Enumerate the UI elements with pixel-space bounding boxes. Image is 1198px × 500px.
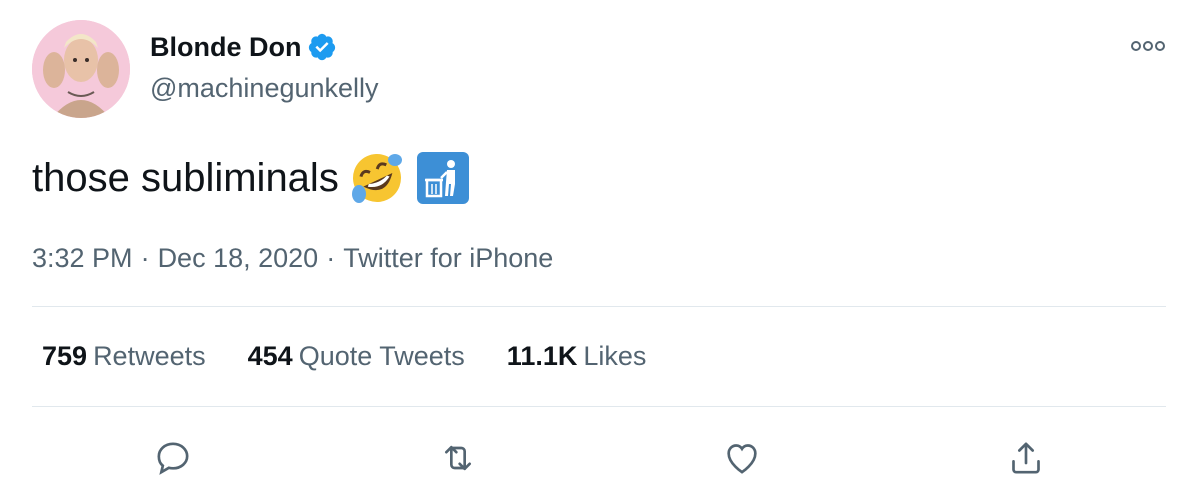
tweet-actions: [0, 430, 1198, 486]
retweet-button[interactable]: [430, 430, 486, 486]
meta-separator: ·: [326, 243, 336, 273]
divider: [32, 406, 1166, 407]
tweet-meta: 3:32 PM · Dec 18, 2020 · Twitter for iPh…: [32, 240, 553, 276]
avatar[interactable]: [32, 20, 130, 118]
avatar-image: [32, 20, 130, 118]
likes-stat[interactable]: 11.1K Likes: [507, 336, 647, 376]
verified-badge-icon: [307, 32, 337, 62]
display-name[interactable]: Blonde Don: [150, 31, 301, 63]
retweets-stat[interactable]: 759 Retweets: [42, 336, 206, 376]
tweet-source[interactable]: Twitter for iPhone: [343, 240, 553, 276]
likes-label: Likes: [583, 341, 647, 371]
tweet-time[interactable]: 3:32 PM: [32, 240, 133, 276]
like-button[interactable]: [714, 430, 770, 486]
retweet-icon: [445, 445, 471, 471]
tweet-body: those subliminals: [32, 146, 471, 210]
tweet-card: Blonde Don @machinegunkelly those sublim…: [0, 0, 1198, 500]
reply-button[interactable]: [145, 430, 201, 486]
share-icon: [1012, 442, 1040, 474]
quote-tweets-stat[interactable]: 454 Quote Tweets: [248, 336, 465, 376]
more-dots-icon: [1131, 41, 1165, 51]
divider: [32, 306, 1166, 307]
more-options-button[interactable]: [1130, 34, 1166, 58]
user-name-row: Blonde Don: [150, 31, 337, 63]
quote-tweets-count: 454: [247, 341, 293, 371]
tweet-date[interactable]: Dec 18, 2020: [158, 240, 319, 276]
likes-count: 11.1K: [506, 341, 578, 371]
share-button[interactable]: [998, 430, 1054, 486]
tweet-stats: 759 Retweets 454 Quote Tweets 11.1K Likes: [42, 336, 646, 376]
meta-separator: ·: [140, 243, 150, 273]
reply-icon: [157, 442, 189, 475]
like-icon: [727, 444, 757, 474]
litter-in-bin-sign-emoji-icon: [415, 150, 471, 206]
quote-tweets-label: Quote Tweets: [298, 341, 465, 371]
tweet-text: those subliminals: [32, 156, 339, 200]
user-handle[interactable]: @machinegunkelly: [150, 72, 379, 104]
retweets-label: Retweets: [93, 341, 206, 371]
retweets-count: 759: [42, 341, 88, 371]
rolling-on-floor-laughing-emoji-icon: [349, 150, 405, 206]
